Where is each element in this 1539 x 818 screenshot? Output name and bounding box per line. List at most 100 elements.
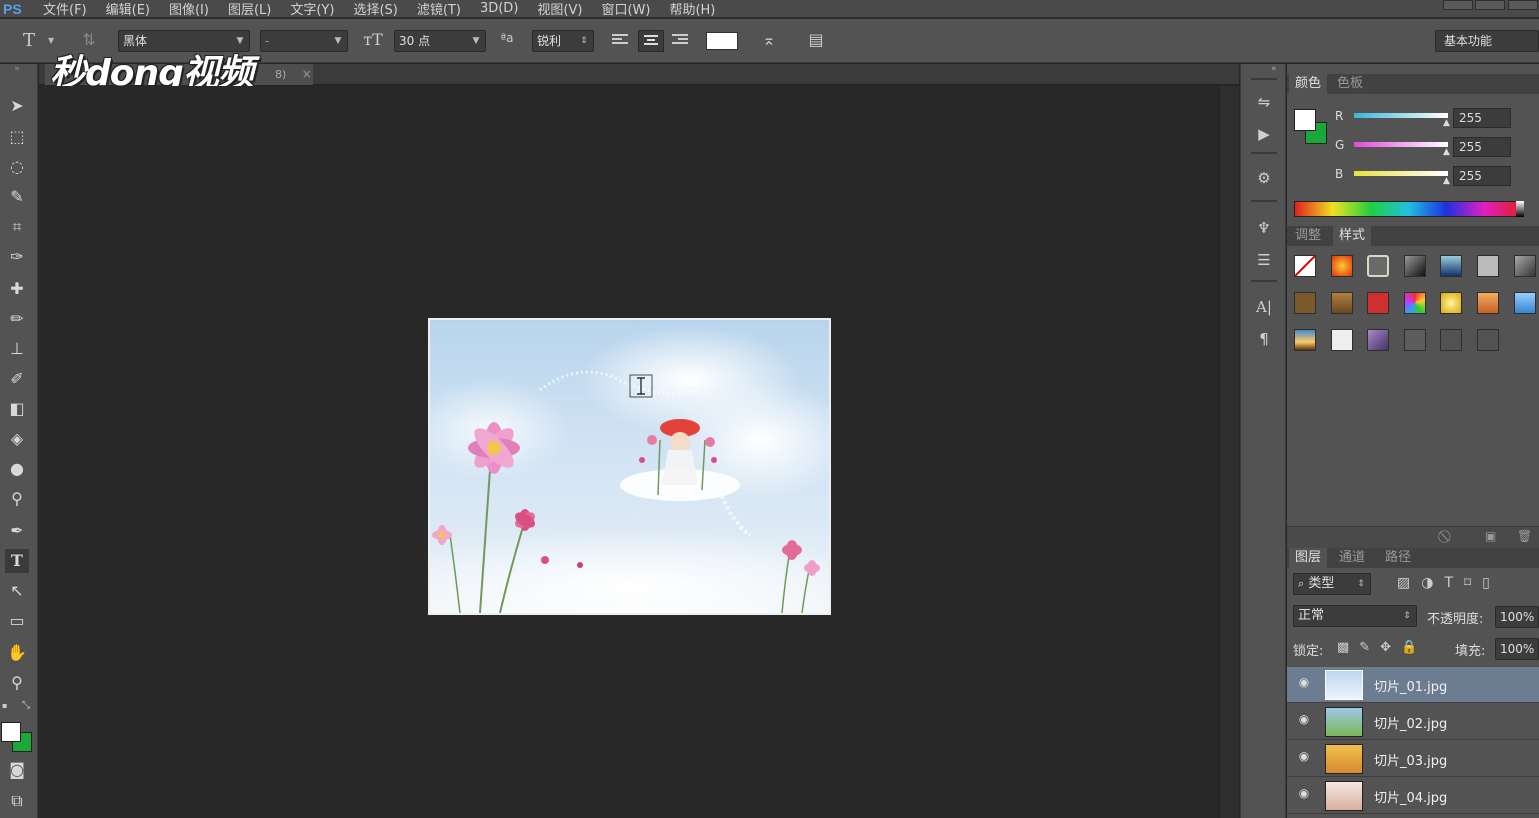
character-icon[interactable]: A|	[1253, 296, 1275, 318]
style-swatch-19[interactable]	[1440, 329, 1462, 351]
style-swatch-18[interactable]	[1404, 329, 1426, 351]
tab-swatches[interactable]: 色板	[1331, 74, 1369, 94]
style-swatch-2[interactable]	[1331, 255, 1353, 277]
font-size-select[interactable]: 30 点 ▼	[394, 30, 486, 52]
quick-mask-icon[interactable]: ◙	[5, 758, 29, 782]
style-swatch-12[interactable]	[1440, 292, 1462, 314]
tab-adjustments[interactable]: 调整	[1289, 226, 1327, 246]
style-swatch-10[interactable]	[1367, 292, 1389, 314]
fill-input[interactable]: 100%	[1495, 638, 1539, 660]
rectangle-tool-icon[interactable]: ▭	[5, 609, 29, 633]
brush-tool-icon[interactable]: ✏	[5, 307, 29, 331]
blur-tool-icon[interactable]: ●	[5, 457, 29, 481]
collapse-toolbar-icon[interactable]: »	[5, 64, 29, 74]
menu-image[interactable]: 图像(I)	[169, 0, 209, 18]
close-window-button[interactable]	[1508, 0, 1538, 10]
g-channel-value[interactable]: 255	[1453, 137, 1511, 157]
color-panel-foreground-swatch[interactable]	[1294, 109, 1316, 131]
adjust-sliders-icon[interactable]: ☰	[1253, 249, 1275, 271]
style-none-swatch[interactable]	[1294, 255, 1316, 277]
menu-window[interactable]: 窗口(W)	[601, 0, 650, 18]
default-colors-icon[interactable]: ▪	[2, 701, 12, 711]
align-right-icon[interactable]	[670, 32, 688, 48]
opacity-input[interactable]: 100%	[1495, 606, 1539, 628]
antialias-select[interactable]: 锐利 ⇕	[532, 30, 594, 52]
swap-colors-icon[interactable]: ⤡	[22, 700, 34, 712]
healing-brush-tool-icon[interactable]: ✚	[5, 277, 29, 301]
layer-row[interactable]: ◉ 切片_03.jpg	[1287, 741, 1539, 777]
properties-icon[interactable]: ⚙	[1253, 167, 1275, 189]
menu-edit[interactable]: 编辑(E)	[106, 0, 150, 18]
brush-presets-icon[interactable]: ♆	[1253, 217, 1275, 239]
tab-styles[interactable]: 样式	[1333, 226, 1372, 246]
history-brush-tool-icon[interactable]: ✐	[5, 367, 29, 391]
layer-filter-icons[interactable]: ▨◑T⌑▯	[1397, 575, 1501, 591]
b-channel-slider[interactable]	[1354, 171, 1448, 176]
menu-file[interactable]: 文件(F)	[43, 0, 87, 18]
lock-icons[interactable]: ▩✎✥🔒	[1337, 640, 1427, 655]
minimize-button[interactable]	[1443, 0, 1473, 10]
move-tool-icon[interactable]: ➤	[5, 94, 29, 118]
eyedropper-tool-icon[interactable]: ✑	[5, 245, 29, 269]
style-swatch-11[interactable]	[1404, 292, 1426, 314]
layer-row[interactable]: ◉ 切片_01.jpg	[1287, 667, 1539, 703]
restore-button[interactable]	[1475, 0, 1505, 10]
style-swatch-6[interactable]	[1477, 255, 1499, 277]
style-swatch-16[interactable]	[1331, 329, 1353, 351]
layer-row[interactable]: ◉ 切片_04.jpg	[1287, 778, 1539, 814]
menu-view[interactable]: 视图(V)	[537, 0, 582, 18]
blend-mode-select[interactable]: 正常 ⇕	[1293, 605, 1417, 627]
style-swatch-7[interactable]	[1514, 255, 1536, 277]
eraser-tool-icon[interactable]: ◧	[5, 397, 29, 421]
trash-icon[interactable]: 🗑	[1517, 529, 1532, 543]
close-tab-icon[interactable]: ×	[302, 67, 312, 81]
layer-row[interactable]: ◉ 切片_02.jpg	[1287, 704, 1539, 740]
menu-type[interactable]: 文字(Y)	[290, 0, 334, 18]
menu-help[interactable]: 帮助(H)	[669, 0, 715, 18]
warp-text-icon[interactable]: ⌅	[758, 30, 780, 49]
dodge-tool-icon[interactable]: ⚲	[5, 487, 29, 511]
r-slider-handle-icon[interactable]: ▲	[1443, 118, 1450, 128]
document-image[interactable]	[428, 318, 831, 615]
tab-color[interactable]: 颜色	[1289, 74, 1328, 94]
new-style-icon[interactable]: ▣	[1485, 529, 1496, 543]
type-tool-preset-icon[interactable]: T	[18, 30, 40, 51]
paragraph-icon[interactable]: ¶	[1253, 328, 1275, 350]
b-slider-handle-icon[interactable]: ▲	[1443, 176, 1450, 186]
zoom-tool-icon[interactable]: ⚲	[5, 671, 29, 695]
screen-mode-icon[interactable]: ⧉	[5, 789, 29, 813]
menu-select[interactable]: 选择(S)	[353, 0, 397, 18]
paint-bucket-tool-icon[interactable]: ◈	[5, 427, 29, 451]
style-swatch-14[interactable]	[1514, 292, 1536, 314]
lasso-tool-icon[interactable]: ◌	[5, 155, 29, 179]
menu-3d[interactable]: 3D(D)	[480, 1, 518, 16]
character-panel-icon[interactable]: ▤	[804, 30, 828, 49]
align-center-icon[interactable]	[638, 30, 664, 52]
style-swatch-15[interactable]	[1294, 329, 1316, 351]
eye-icon[interactable]: ◉	[1297, 675, 1311, 689]
style-swatch-20[interactable]	[1477, 329, 1499, 351]
g-channel-slider[interactable]	[1354, 142, 1448, 147]
clone-stamp-tool-icon[interactable]: ⊥	[5, 337, 29, 361]
style-swatch-5[interactable]	[1440, 255, 1462, 277]
align-left-icon[interactable]	[612, 32, 630, 48]
style-swatch-9[interactable]	[1331, 292, 1353, 314]
workspace-select[interactable]: 基本功能	[1435, 30, 1539, 52]
crop-tool-icon[interactable]: ⌗	[5, 215, 29, 239]
text-color-swatch[interactable]	[706, 32, 738, 50]
style-swatch-17[interactable]	[1367, 329, 1389, 351]
eye-icon[interactable]: ◉	[1297, 786, 1311, 800]
menu-layer[interactable]: 图层(L)	[228, 0, 271, 18]
b-channel-value[interactable]: 255	[1453, 166, 1511, 186]
path-select-tool-icon[interactable]: ↖	[5, 579, 29, 603]
g-slider-handle-icon[interactable]: ▲	[1443, 147, 1450, 157]
tab-channels[interactable]: 通道	[1333, 548, 1371, 568]
style-swatch-13[interactable]	[1477, 292, 1499, 314]
style-swatch-8[interactable]	[1294, 292, 1316, 314]
hand-tool-icon[interactable]: ✋	[5, 641, 29, 665]
style-swatch-4[interactable]	[1404, 255, 1426, 277]
bw-ramp[interactable]	[1516, 201, 1524, 217]
tab-paths[interactable]: 路径	[1379, 548, 1417, 568]
tab-layers[interactable]: 图层	[1289, 548, 1328, 568]
r-channel-value[interactable]: 255	[1453, 108, 1511, 128]
